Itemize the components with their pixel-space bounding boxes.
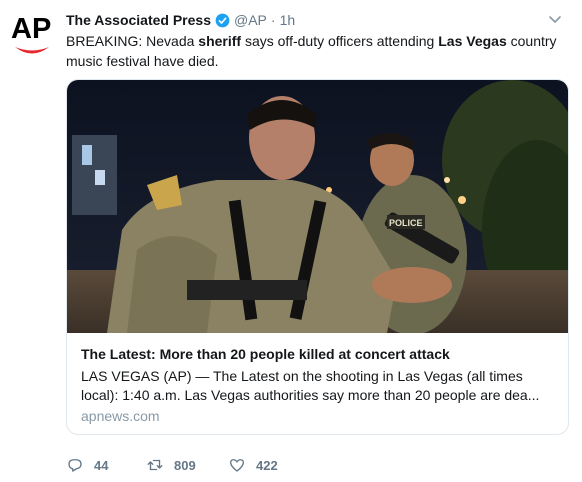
card-image-badge: POLICE — [389, 218, 423, 228]
retweet-count: 809 — [174, 457, 196, 473]
card-domain: apnews.com — [81, 408, 160, 424]
reply-count: 44 — [94, 457, 109, 473]
card-title[interactable]: The Latest: More than 20 people killed a… — [81, 346, 556, 362]
tweet-text-bold: sheriff — [198, 33, 242, 49]
svg-text:AP: AP — [11, 13, 51, 45]
link-card[interactable]: POLICE The Latest: More than 20 people k… — [66, 79, 569, 435]
chevron-down-icon[interactable] — [548, 12, 562, 26]
retweet-icon — [147, 459, 163, 471]
author-handle[interactable]: @AP — [234, 12, 267, 28]
card-description: LAS VEGAS (AP) — The Latest on the shoot… — [81, 368, 540, 403]
ap-logo: AP — [11, 13, 51, 54]
tweet-text-part: says off-duty officers attending — [241, 33, 439, 49]
tweet-timestamp[interactable]: 1h — [280, 12, 296, 28]
verified-badge-icon — [215, 13, 230, 28]
card-image: POLICE — [67, 80, 568, 333]
like-button[interactable]: 422 — [228, 456, 278, 474]
reply-button[interactable]: 44 — [66, 456, 146, 474]
tweet-text-part: BREAKING: Nevada — [66, 33, 199, 49]
avatar[interactable]: AP — [11, 12, 53, 62]
tweet-header: The Associated Press @AP · 1h — [66, 10, 562, 30]
tweet-text-bold: Las Vegas — [438, 33, 507, 49]
retweet-button[interactable]: 809 — [146, 456, 228, 474]
author-name[interactable]: The Associated Press — [66, 12, 211, 28]
reply-icon — [68, 459, 82, 472]
heart-icon — [229, 459, 245, 472]
tweet-text: BREAKING: Nevada sheriff says off-duty o… — [66, 31, 566, 71]
tweet-actions: 44 809 422 — [66, 455, 278, 475]
like-count: 422 — [256, 457, 278, 473]
separator-dot: · — [270, 12, 276, 28]
